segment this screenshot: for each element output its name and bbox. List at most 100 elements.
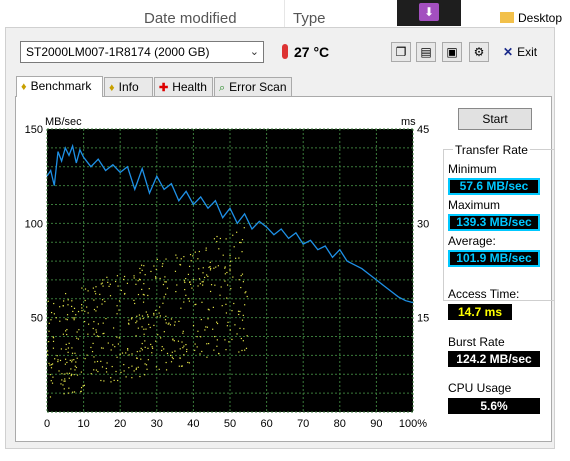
- access-time-point: [47, 354, 49, 356]
- access-time-point: [166, 352, 169, 355]
- access-time-point: [120, 289, 122, 292]
- access-time-point: [50, 319, 52, 321]
- access-time-point: [100, 347, 103, 349]
- access-time-point: [164, 281, 166, 283]
- access-time-point: [87, 312, 89, 314]
- access-time-point: [164, 276, 166, 278]
- tab-error-scan[interactable]: ⌕ Error Scan: [214, 77, 292, 96]
- access-time-point: [123, 275, 126, 278]
- copy-text-button[interactable]: ▤: [416, 42, 436, 62]
- access-time-point: [125, 376, 127, 378]
- copy-button[interactable]: ❐: [391, 42, 411, 62]
- access-time-value: 14.7 ms: [448, 304, 512, 320]
- access-time-point: [238, 257, 240, 259]
- access-time-point: [147, 347, 149, 349]
- sidebar-item-desktop[interactable]: Desktop: [500, 11, 562, 25]
- start-button[interactable]: Start: [458, 108, 532, 130]
- access-time-point: [162, 283, 165, 286]
- access-time-point: [123, 293, 126, 295]
- tab-health[interactable]: ✚ Health: [154, 77, 213, 96]
- access-time-point: [183, 354, 185, 356]
- access-time-point: [170, 318, 173, 320]
- access-time-point: [186, 350, 188, 353]
- access-time-point: [128, 319, 130, 321]
- benchmark-icon: ♦: [21, 81, 27, 93]
- access-time-point: [213, 267, 215, 269]
- exit-button[interactable]: ✕ Exit: [503, 42, 537, 62]
- access-time-point: [213, 349, 215, 351]
- access-time-point: [106, 362, 108, 364]
- transfer-rate-title: Transfer Rate: [453, 143, 530, 157]
- desktop-label: Desktop: [518, 11, 563, 25]
- access-time-point: [173, 324, 176, 326]
- access-time-point: [64, 380, 66, 382]
- access-time-point: [222, 254, 224, 256]
- access-time-point: [162, 263, 164, 265]
- access-time-point: [62, 333, 64, 335]
- access-time-point: [205, 249, 207, 251]
- clipboard-icon: ▤: [420, 45, 432, 59]
- magnifier-icon: ⌕: [219, 82, 226, 94]
- access-time-point: [159, 306, 161, 308]
- access-time-point: [91, 350, 94, 353]
- access-time-point: [140, 264, 143, 266]
- download-folder-tile[interactable]: ⬇: [397, 0, 461, 26]
- save-button[interactable]: ▣: [442, 42, 462, 62]
- access-time-point: [65, 293, 67, 295]
- access-time-point: [63, 388, 65, 390]
- chevron-down-icon[interactable]: ⌄: [250, 42, 259, 62]
- access-time-point: [174, 321, 176, 323]
- y-tick-right: 15: [417, 313, 429, 325]
- access-time-point: [123, 364, 125, 366]
- tab-label: Info: [118, 80, 139, 94]
- access-time-point: [232, 276, 234, 278]
- access-time-point: [116, 336, 118, 338]
- access-time-point: [131, 353, 133, 355]
- access-time-point: [227, 321, 229, 323]
- access-time-point: [190, 283, 192, 286]
- tab-info[interactable]: ♦ Info: [104, 77, 153, 96]
- access-time-point: [50, 380, 52, 382]
- access-time-point: [219, 237, 221, 240]
- access-time-point: [116, 313, 118, 315]
- access-time-point: [225, 312, 228, 314]
- access-time-point: [169, 354, 172, 357]
- options-button[interactable]: ⚙: [469, 42, 489, 62]
- access-time-point: [63, 393, 65, 395]
- access-time-point: [61, 373, 63, 375]
- access-time-point: [92, 327, 94, 330]
- access-time-point: [68, 372, 71, 374]
- access-time-point: [206, 326, 209, 328]
- access-time-point: [188, 300, 191, 302]
- access-time-point: [153, 265, 155, 267]
- access-time-point: [54, 358, 56, 360]
- column-type[interactable]: Type: [293, 10, 326, 27]
- access-time-point: [196, 336, 198, 338]
- burst-rate-value: 124.2 MB/sec: [448, 351, 540, 367]
- access-time-point: [137, 327, 139, 329]
- column-date-modified[interactable]: Date modified: [144, 10, 237, 27]
- thermometer-icon: [282, 44, 288, 59]
- access-time-point: [156, 316, 158, 318]
- access-time-point: [101, 303, 103, 305]
- access-time-point: [182, 330, 184, 332]
- access-time-point: [117, 285, 119, 287]
- access-time-point: [77, 310, 80, 313]
- access-time-point: [131, 365, 133, 367]
- access-time-point: [82, 385, 84, 387]
- tab-label: Benchmark: [30, 79, 92, 93]
- tab-benchmark[interactable]: ♦ Benchmark: [16, 76, 103, 97]
- access-time-point: [188, 297, 190, 300]
- access-time-point: [102, 322, 104, 324]
- access-time-point: [218, 352, 220, 355]
- access-time-point: [175, 290, 177, 293]
- y-tick-right: 30: [417, 218, 429, 230]
- access-time-point: [233, 246, 235, 248]
- access-time-point: [178, 320, 180, 322]
- access-time-point: [226, 271, 228, 274]
- access-time-point: [70, 368, 72, 370]
- access-time-point: [80, 390, 82, 392]
- drive-select[interactable]: ST2000LM007-1R8174 (2000 GB) ⌄: [20, 41, 264, 63]
- access-time-point: [206, 356, 208, 358]
- access-time-point: [141, 349, 143, 351]
